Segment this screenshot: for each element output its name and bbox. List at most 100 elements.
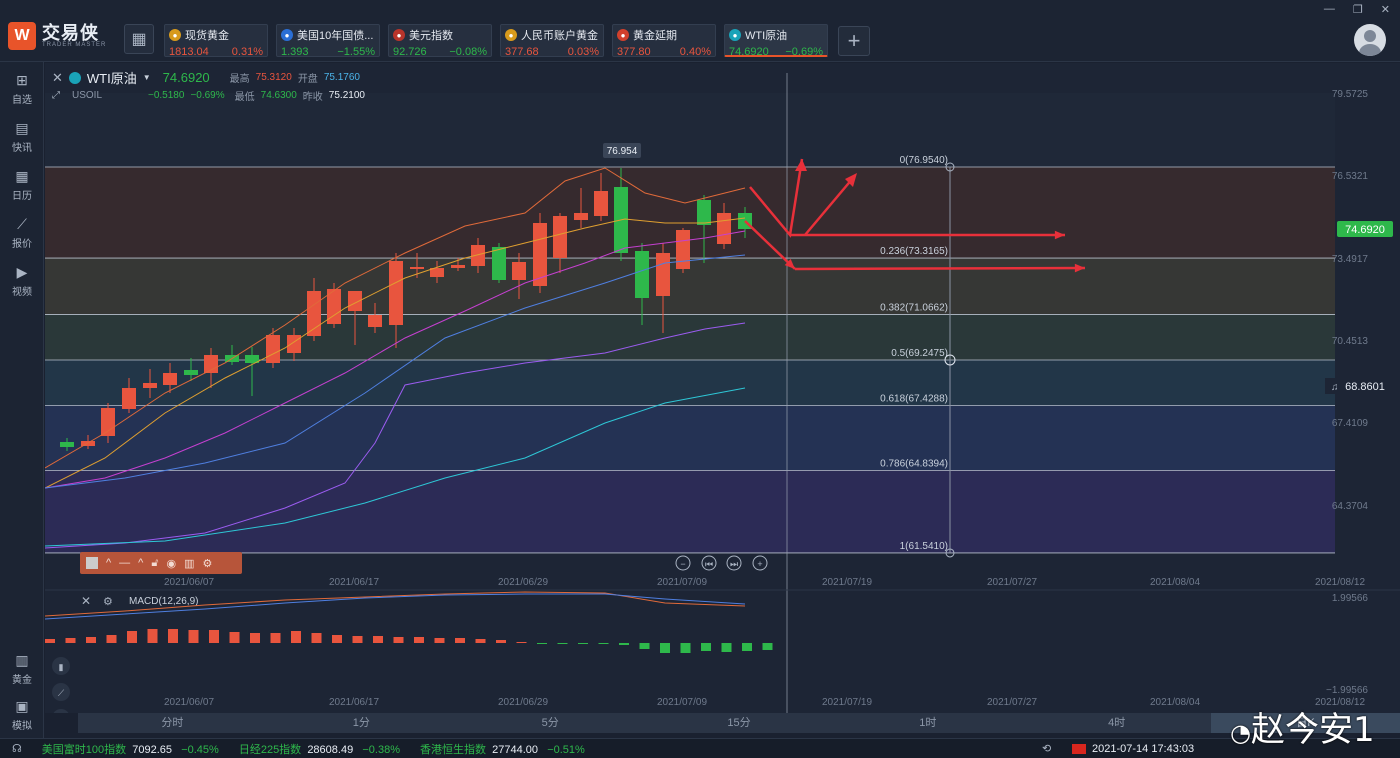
- price-chart[interactable]: 0(76.9540) 0.236(73.3165) 0.382(71.0662) 0.…: [44, 63, 1400, 727]
- macd-bar: [639, 643, 650, 649]
- tab-3[interactable]: ● 人民币账户黄金 377.68 0.03%: [500, 24, 604, 58]
- macd-bar: [250, 633, 260, 643]
- restore-icon[interactable]: ❐: [1353, 3, 1363, 16]
- lock-icon[interactable]: 🔓︎: [151, 557, 158, 570]
- instrument-code: USOIL: [72, 90, 103, 101]
- macd-bar: [291, 631, 301, 643]
- tab-label: 现货黄金: [185, 30, 229, 42]
- ticker-value: 28608.49: [307, 743, 354, 756]
- ticker-name: 日经225指数: [238, 743, 302, 756]
- tab-0[interactable]: ● 现货黄金 1813.04 0.31%: [164, 24, 268, 58]
- tab-1[interactable]: ● 美国10年国债... 1.393 −1.55%: [276, 24, 380, 58]
- color-swatch-icon[interactable]: [86, 557, 98, 569]
- ticker-value: 27744.00: [492, 743, 539, 756]
- ticker-item[interactable]: 美国富时100指数 7092.65 −0.45%: [42, 741, 219, 757]
- sidebar-item-2[interactable]: ▦ 日历: [0, 168, 44, 202]
- eye-icon[interactable]: ◉: [166, 557, 176, 570]
- tab-price: 1.393: [281, 46, 309, 58]
- macd-bar: [393, 637, 404, 643]
- add-tab-button[interactable]: +: [838, 26, 870, 56]
- settings-icon[interactable]: ⚙: [203, 557, 213, 570]
- tab-4[interactable]: ● 黄金延期 377.80 0.40%: [612, 24, 716, 58]
- period-1[interactable]: 1分: [267, 713, 456, 733]
- settings-icon[interactable]: ⟲: [1042, 742, 1051, 755]
- settings-icon: ⚙: [103, 596, 113, 608]
- macd-bar: [352, 636, 363, 643]
- candle: [266, 335, 280, 363]
- fib-zone: [45, 470, 1335, 553]
- news-icon: ▤: [15, 120, 29, 136]
- candle: [512, 262, 526, 280]
- sidebar-item-3[interactable]: ⟋ 报价: [0, 216, 44, 250]
- period-4[interactable]: 1时: [833, 713, 1022, 733]
- video-icon: ▶: [16, 264, 28, 280]
- avatar[interactable]: [1354, 24, 1386, 56]
- instrument-name[interactable]: WTI原油: [87, 68, 137, 87]
- app-name: 交易侠: [42, 23, 99, 43]
- tab-price: 1813.04: [169, 46, 209, 58]
- prev-close-value: 75.2100: [328, 90, 365, 101]
- headset-icon[interactable]: ☊: [12, 742, 22, 755]
- date-axis-label: 2021/08/04: [1150, 577, 1200, 588]
- macd-bar: [311, 633, 322, 643]
- price-axis-label: 70.4513: [1332, 336, 1369, 347]
- open-value: 75.1760: [323, 72, 360, 83]
- chart-nav-icon: −: [680, 559, 685, 569]
- sidebar-label: 快讯: [12, 143, 32, 154]
- chevron-down-icon[interactable]: ▼: [143, 73, 151, 82]
- period-0[interactable]: 分时: [78, 713, 267, 733]
- gold-bars-icon: ●: [617, 29, 629, 41]
- ticker-name: 香港恒生指数: [420, 743, 486, 756]
- fib-label: 0.5(69.2475): [891, 348, 948, 359]
- tab-2[interactable]: ● 美元指数 92.726 −0.08%: [388, 24, 492, 58]
- period-5[interactable]: 4时: [1022, 713, 1211, 733]
- close-icon: ✕: [81, 594, 91, 608]
- sidebar-bottom-item-1[interactable]: ▣ 模拟: [0, 698, 44, 732]
- chart-top-band: [45, 93, 1335, 167]
- ticker-value: 7092.65: [132, 743, 173, 756]
- date-axis-label: 2021/07/09: [657, 697, 707, 708]
- macd-bar: [86, 637, 96, 643]
- close-panel-icon[interactable]: ✕: [52, 70, 63, 86]
- cn-flag-icon: [1072, 743, 1086, 754]
- sidebar-label: 报价: [12, 239, 32, 250]
- period-2[interactable]: 5分: [456, 713, 645, 733]
- chart-area[interactable]: 0(76.9540) 0.236(73.3165) 0.382(71.0662) 0.…: [44, 63, 1400, 727]
- watermark-text: 赵今安1: [1250, 710, 1375, 750]
- ticker-item[interactable]: 香港恒生指数 27744.00 −0.51%: [420, 741, 585, 757]
- chevron-up-icon[interactable]: ^: [106, 557, 111, 569]
- sidebar-bottom-item-0[interactable]: ▥ 黄金: [0, 652, 44, 686]
- line-style-icon[interactable]: —: [119, 557, 130, 569]
- sidebar-label: 黄金: [12, 675, 32, 686]
- candle: [635, 251, 649, 298]
- close-icon[interactable]: ✕: [1381, 3, 1390, 16]
- tab-label: 美国10年国债...: [297, 30, 374, 42]
- date-axis-label: 2021/06/07: [164, 577, 214, 588]
- period-3[interactable]: 15分: [645, 713, 834, 733]
- sidebar-item-1[interactable]: ▤ 快讯: [0, 120, 44, 154]
- tab-change: −1.55%: [337, 46, 375, 58]
- sidebar-item-4[interactable]: ▶ 视频: [0, 264, 44, 298]
- chevron-up-icon[interactable]: ^: [138, 557, 143, 569]
- candle: [60, 442, 74, 447]
- date-axis-label: 2021/06/17: [329, 697, 379, 708]
- grid-icon: ▦: [131, 31, 147, 48]
- tab-5[interactable]: ● WTI原油 74.6920 −0.69%: [724, 24, 828, 58]
- sidebar-label: 模拟: [12, 721, 32, 732]
- expand-icon[interactable]: ⤢: [52, 90, 66, 101]
- minimize-icon[interactable]: —: [1324, 3, 1335, 16]
- sidebar-label: 视频: [12, 287, 32, 298]
- gold-icon: ▥: [15, 652, 29, 668]
- macd-bar: [106, 635, 117, 643]
- price-axis-label: 79.5725: [1332, 89, 1369, 100]
- trash-icon[interactable]: ▥: [184, 557, 194, 570]
- macd-bar: [475, 639, 486, 643]
- sidebar-item-0[interactable]: ⊞ 自选: [0, 72, 44, 106]
- grid-menu-button[interactable]: ▦: [124, 24, 154, 54]
- ticker-item[interactable]: 日经225指数 28608.49 −0.38%: [239, 741, 400, 757]
- macd-bar: [660, 643, 670, 653]
- oil-icon: ●: [729, 29, 741, 41]
- macd-bar: [578, 643, 588, 644]
- date-axis-label: 2021/06/07: [164, 697, 214, 708]
- tab-label: 美元指数: [409, 30, 453, 42]
